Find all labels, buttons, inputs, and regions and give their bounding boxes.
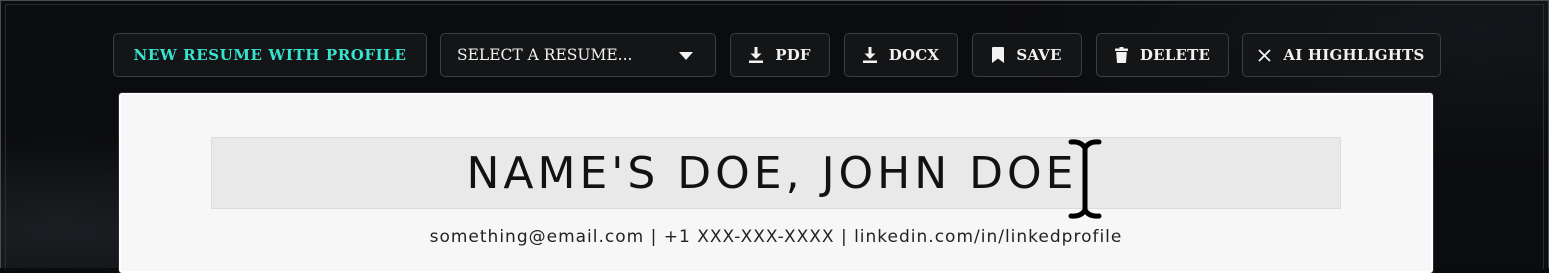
save-label: SAVE — [1016, 46, 1062, 64]
pdf-label: PDF — [775, 46, 811, 64]
resume-name: NAME'S DOE, JOHN DOE — [466, 147, 1078, 199]
docx-download-button[interactable]: DOCX — [844, 33, 958, 77]
resume-preview: NAME'S DOE, JOHN DOE something@email.com… — [119, 93, 1433, 273]
resume-select[interactable]: SELECT A RESUME... — [440, 33, 716, 77]
download-icon — [749, 47, 764, 63]
text-cursor-icon — [1067, 139, 1103, 223]
resume-contact-line: something@email.com | +1 XXX-XXX-XXXX | … — [429, 227, 1123, 247]
delete-button[interactable]: DELETE — [1096, 33, 1229, 77]
new-resume-label: NEW RESUME WITH PROFILE — [133, 46, 407, 64]
resume-name-field[interactable]: NAME'S DOE, JOHN DOE — [211, 137, 1341, 209]
close-icon — [1258, 48, 1272, 62]
toolbar: NEW RESUME WITH PROFILE SELECT A RESUME.… — [113, 33, 1441, 77]
save-button[interactable]: SAVE — [972, 33, 1082, 77]
new-resume-with-profile-button[interactable]: NEW RESUME WITH PROFILE — [113, 33, 427, 77]
docx-label: DOCX — [888, 46, 940, 64]
ai-highlights-button[interactable]: AI HIGHLIGHTS — [1242, 33, 1441, 77]
delete-label: DELETE — [1139, 46, 1211, 64]
app-background: NEW RESUME WITH PROFILE SELECT A RESUME.… — [0, 0, 1549, 273]
caret-down-icon — [679, 46, 693, 64]
bookmark-icon — [992, 47, 1005, 63]
ai-highlights-label: AI HIGHLIGHTS — [1283, 46, 1425, 64]
pdf-download-button[interactable]: PDF — [730, 33, 830, 77]
resume-select-value: SELECT A RESUME... — [457, 46, 633, 64]
download-icon — [862, 47, 877, 63]
trash-icon — [1114, 47, 1128, 63]
